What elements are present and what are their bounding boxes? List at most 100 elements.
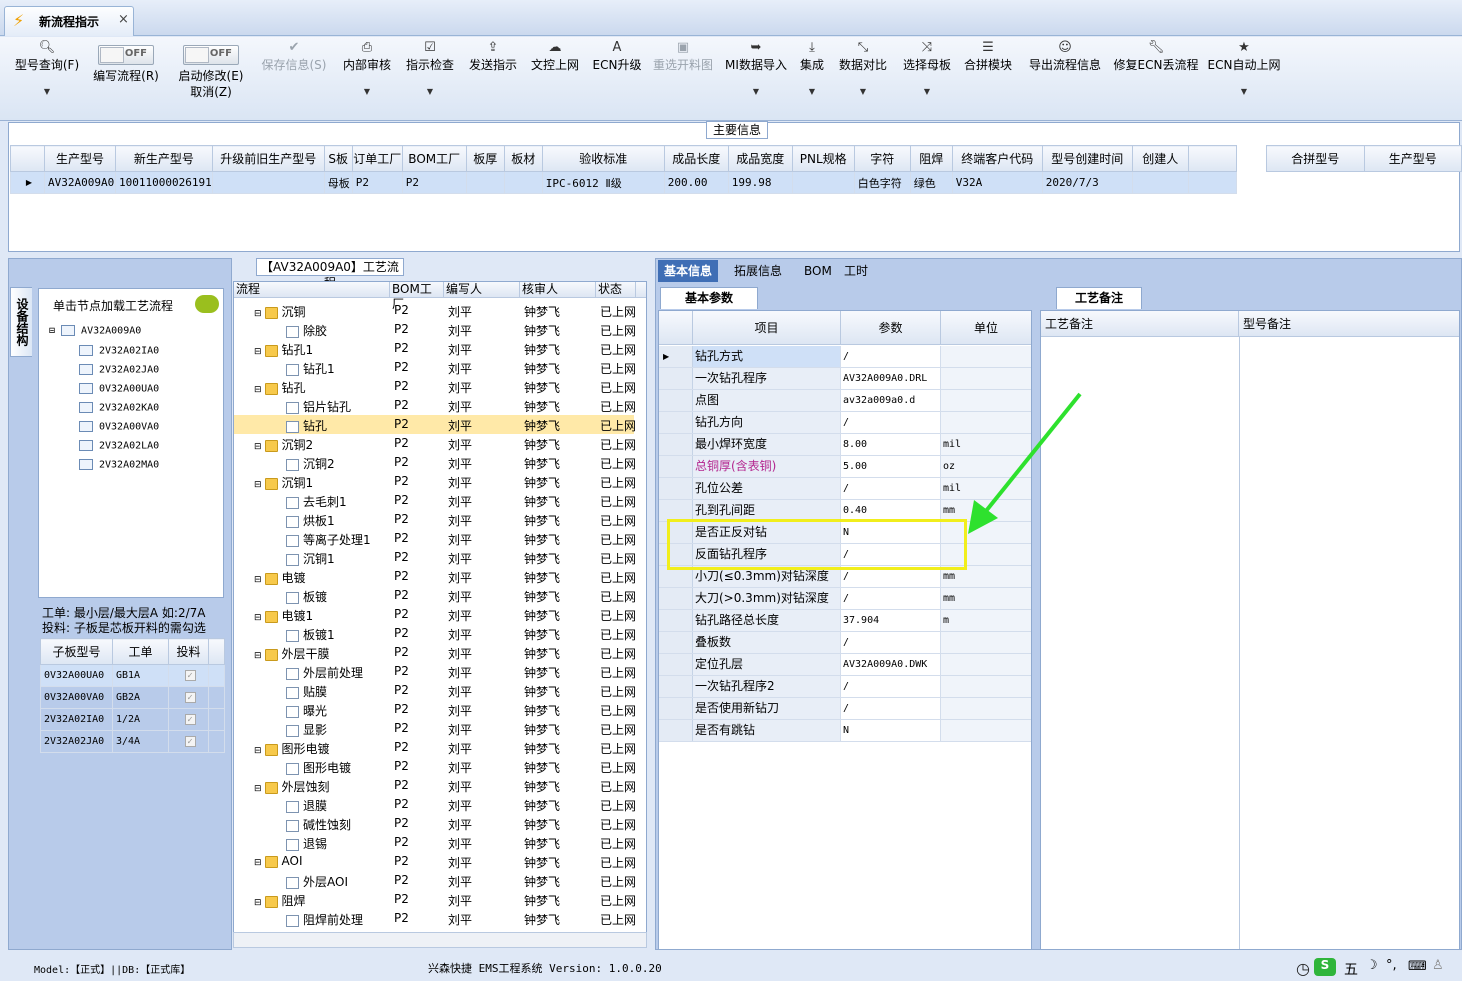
flow-row[interactable]: ⊟ 沉铜1 P2 刘平 钟梦飞 已上网 <box>234 472 636 491</box>
chevron-down-icon[interactable]: ▼ <box>896 87 958 96</box>
tree-root[interactable]: ⊟ AV32A009A0 <box>49 325 141 337</box>
flow-col-header[interactable]: 编写人 <box>444 282 520 298</box>
flow-row[interactable]: 外层AOI P2 刘平 钟梦飞 已上网 <box>234 871 636 890</box>
tree-node[interactable]: 2V32A02MA0 <box>79 459 159 471</box>
tab-new-flow[interactable]: ⚡ 新流程指示 × <box>4 6 134 36</box>
flow-col-header[interactable]: 核审人 <box>520 282 596 298</box>
collapse-icon[interactable]: ⊟ <box>254 898 262 908</box>
param-row[interactable]: 叠板数 / <box>659 632 1031 654</box>
chevron-down-icon[interactable]: ▼ <box>400 87 460 96</box>
feed-check-cell[interactable]: ✓ <box>168 730 209 753</box>
flow-row[interactable]: 碱性蚀刻 P2 刘平 钟梦飞 已上网 <box>234 814 636 833</box>
col-header[interactable]: S板 <box>323 145 353 172</box>
toolbar-btn-13[interactable]: ⤨ 选择母板 ▼ <box>896 37 958 119</box>
collapse-icon[interactable]: ⊟ <box>49 326 61 337</box>
toolbar-btn-9[interactable]: ▣ 重选开料图 <box>646 37 720 119</box>
toolbar-btn-7[interactable]: ☁ 文控上网 <box>524 37 586 119</box>
flow-row[interactable]: 曝光 P2 刘平 钟梦飞 已上网 <box>234 700 636 719</box>
table-cell[interactable] <box>465 171 505 194</box>
flow-row[interactable]: ⊟ 外层蚀刻 P2 刘平 钟梦飞 已上网 <box>234 776 636 795</box>
param-row[interactable]: 一次钻孔程序2/ <box>659 676 1031 698</box>
toolbar-btn-2[interactable]: OFF 启动修改(E) 取消(Z) <box>170 37 252 119</box>
subboard-id[interactable]: 2V32A02JA0 <box>40 730 113 753</box>
param-value[interactable]: / <box>841 566 941 587</box>
col-header[interactable]: 生产型号 <box>44 145 116 172</box>
toolbar-btn-6[interactable]: ⇪ 发送指示 <box>462 37 524 119</box>
table-row[interactable]: 0V32A00VA0 GB2A ✓ <box>40 686 225 709</box>
moon-icon[interactable]: ☽ <box>1366 958 1378 973</box>
flow-row[interactable]: 退锡 P2 刘平 钟梦飞 已上网 <box>234 833 636 852</box>
toolbar-btn-14[interactable]: ☰ 合拼模块 <box>958 37 1018 119</box>
param-value[interactable]: / <box>841 412 941 433</box>
tree-node[interactable]: 2V32A02LA0 <box>79 440 159 452</box>
tree-node[interactable]: 0V32A00VA0 <box>79 421 159 433</box>
toolbar-btn-8[interactable]: A ECN升级 <box>588 37 646 119</box>
flow-row[interactable]: ⊟ 图形电镀 P2 刘平 钟梦飞 已上网 <box>234 738 636 757</box>
table-row[interactable]: 2V32A02IA0 1/2A ✓ <box>40 708 225 731</box>
param-value[interactable]: / <box>841 698 941 719</box>
col-header[interactable]: PNL规格 <box>791 145 855 172</box>
param-value[interactable]: 8.00 <box>841 434 941 455</box>
col-header[interactable]: 终端客户代码 <box>951 145 1043 172</box>
feed-checkbox[interactable]: ✓ <box>184 670 196 681</box>
tab-right-0[interactable]: 基本信息 <box>658 260 719 282</box>
param-row[interactable]: ▶ 钻孔方式 / <box>659 346 1031 368</box>
side-tab-equipment[interactable]: 设备结构 <box>10 287 32 357</box>
flow-row[interactable]: 钻孔 P2 刘平 钟梦飞 已上网 <box>234 415 636 434</box>
table-row[interactable]: 2V32A02JA0 3/4A ✓ <box>40 730 225 753</box>
col-header[interactable]: 板材 <box>503 145 543 172</box>
collapse-icon[interactable]: ⊟ <box>254 385 262 395</box>
chevron-down-icon[interactable]: ▼ <box>336 87 398 96</box>
table-row[interactable]: 0V32A00UA0 GB1A ✓ <box>40 664 225 687</box>
table-cell[interactable] <box>211 171 325 194</box>
table-cell[interactable]: IPC-6012 Ⅱ级 <box>541 171 665 194</box>
table-cell[interactable]: P2 <box>351 171 403 194</box>
work-order[interactable]: GB2A <box>112 686 169 709</box>
table-cell[interactable]: AV32A009A0 <box>44 171 116 194</box>
toolbar-btn-11[interactable]: ⤓ 集成 ▼ <box>792 37 832 119</box>
flow-row[interactable]: ⊟ 沉铜 P2 刘平 钟梦飞 已上网 <box>234 301 636 320</box>
col-header[interactable]: 成品长度 <box>663 145 729 172</box>
flow-col-header[interactable]: BOM工厂 <box>390 282 444 311</box>
col-header[interactable]: BOM工厂 <box>401 145 467 172</box>
tree-node[interactable]: 0V32A00UA0 <box>79 383 159 395</box>
table-cell[interactable] <box>503 171 543 194</box>
flow-row[interactable]: 贴膜 P2 刘平 钟梦飞 已上网 <box>234 681 636 700</box>
flow-row[interactable]: 板镀1 P2 刘平 钟梦飞 已上网 <box>234 624 636 643</box>
flow-col-header[interactable]: 状态 <box>596 282 636 298</box>
tree-node[interactable]: 2V32A02JA0 <box>79 364 159 376</box>
flow-col-header[interactable]: 流程 <box>234 282 390 298</box>
col-header[interactable]: 投料 <box>168 638 209 665</box>
col-header[interactable]: 新生产型号 <box>115 145 213 172</box>
col-header[interactable]: 验收标准 <box>541 145 665 172</box>
param-value[interactable]: 0.40 <box>841 500 941 521</box>
user-icon[interactable]: ♙ <box>1432 958 1444 973</box>
collapse-icon[interactable]: ⊟ <box>254 347 262 357</box>
collapse-icon[interactable]: ⊟ <box>254 613 262 623</box>
table-cell[interactable] <box>1131 171 1189 194</box>
subboard-id[interactable]: 0V32A00VA0 <box>40 686 113 709</box>
param-row[interactable]: 是否使用新钻刀 / <box>659 698 1031 720</box>
keyboard-icon[interactable]: ⌨ <box>1408 959 1427 974</box>
tab-right-2[interactable]: BOM <box>798 260 838 282</box>
param-value[interactable]: / <box>841 588 941 609</box>
col-header-item[interactable]: 项目 <box>693 311 841 345</box>
param-value[interactable]: / <box>841 676 941 697</box>
col-header-param[interactable]: 参数 <box>841 311 941 345</box>
collapse-icon[interactable]: ⊟ <box>254 784 262 794</box>
param-value[interactable]: av32a009a0.d <box>841 390 941 411</box>
toolbar-btn-3[interactable]: ✔ 保存信息(S) <box>256 37 332 119</box>
table-row[interactable]: ▶ AV32A009A0 10011000026191 母板 P2 P2 IPC-6012 … <box>10 171 1237 194</box>
param-row[interactable]: 一次钻孔程序 AV32A009A0.DRL <box>659 368 1031 390</box>
param-value[interactable]: N <box>841 720 941 741</box>
toggle-switch[interactable]: OFF <box>98 45 154 65</box>
table-cell[interactable] <box>791 171 855 194</box>
feed-checkbox[interactable]: ✓ <box>184 714 196 725</box>
feed-check-cell[interactable]: ✓ <box>168 664 209 687</box>
col-process-note[interactable]: 工艺备注 <box>1041 311 1239 337</box>
chevron-down-icon[interactable]: ▼ <box>10 87 84 96</box>
toolbar-btn-16[interactable]: 🔧︎ 修复ECN丢流程 <box>1112 37 1200 119</box>
table-cell[interactable]: V32A <box>951 171 1043 194</box>
chevron-down-icon[interactable]: ▼ <box>1204 87 1284 96</box>
subboard-id[interactable]: 2V32A02IA0 <box>40 708 113 731</box>
